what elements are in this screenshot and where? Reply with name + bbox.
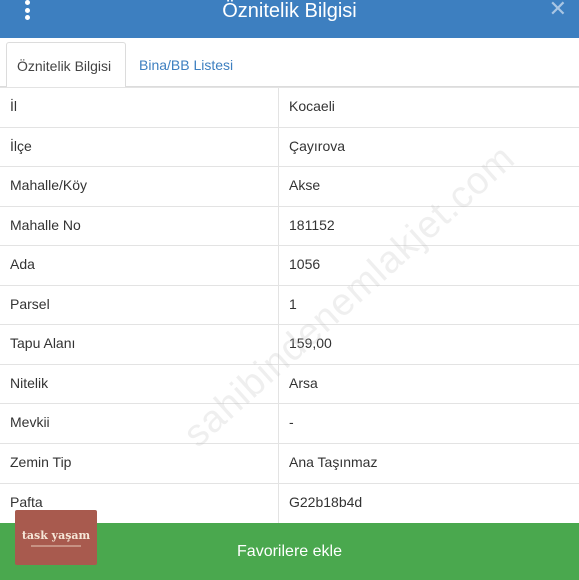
table-row: Mahalle/Köy Akse (0, 166, 579, 206)
row-label: İlçe (0, 128, 279, 167)
row-label: Nitelik (0, 365, 279, 404)
row-label: Zemin Tip (0, 444, 279, 483)
table-row: Ada 1056 (0, 245, 579, 285)
row-label: Mahalle/Köy (0, 167, 279, 206)
row-value: 1 (289, 296, 297, 312)
table-row: İl Kocaeli (0, 87, 579, 127)
logo-underline (31, 544, 81, 547)
row-label: Parsel (0, 286, 279, 325)
row-value: Akse (289, 177, 321, 193)
table-row: Tapu Alanı 159,00 (0, 324, 579, 364)
table-row: Parsel 1 (0, 285, 579, 325)
table-row: İlçe Çayırova (0, 127, 579, 167)
row-label: Mevkii (0, 404, 279, 443)
row-label: Mahalle No (0, 207, 279, 246)
tab-bar: Öznitelik Bilgisi Bina/BB Listesi (0, 38, 579, 88)
header-bar: Öznitelik Bilgisi ✕ (0, 0, 579, 38)
row-label: Tapu Alanı (0, 325, 279, 364)
row-value: Arsa (289, 375, 318, 391)
row-value: Çayırova (289, 138, 346, 154)
logo-text: task yaşam (21, 528, 91, 542)
row-label: İl (0, 88, 279, 127)
row-label: Ada (0, 246, 279, 285)
table-row: Nitelik Arsa (0, 364, 579, 404)
table-row: Zemin Tip Ana Taşınmaz (0, 443, 579, 483)
brand-logo: task yaşam (15, 510, 97, 565)
table-row: Mahalle No 181152 (0, 206, 579, 246)
table-row: Mevkii - (0, 403, 579, 443)
row-value: - (289, 414, 294, 430)
page-title: Öznitelik Bilgisi (222, 0, 357, 22)
tab-oznitelik-bilgisi[interactable]: Öznitelik Bilgisi (6, 42, 126, 88)
row-value: 1056 (289, 256, 321, 272)
row-value: 181152 (289, 217, 335, 233)
row-value: Ana Taşınmaz (289, 454, 378, 470)
row-value: Kocaeli (289, 98, 335, 114)
row-value: 159,00 (289, 335, 332, 351)
row-value: G22b18b4d (289, 494, 363, 510)
close-icon[interactable]: ✕ (549, 0, 567, 22)
tab-bina-bb-listesi[interactable]: Bina/BB Listesi (129, 42, 243, 88)
